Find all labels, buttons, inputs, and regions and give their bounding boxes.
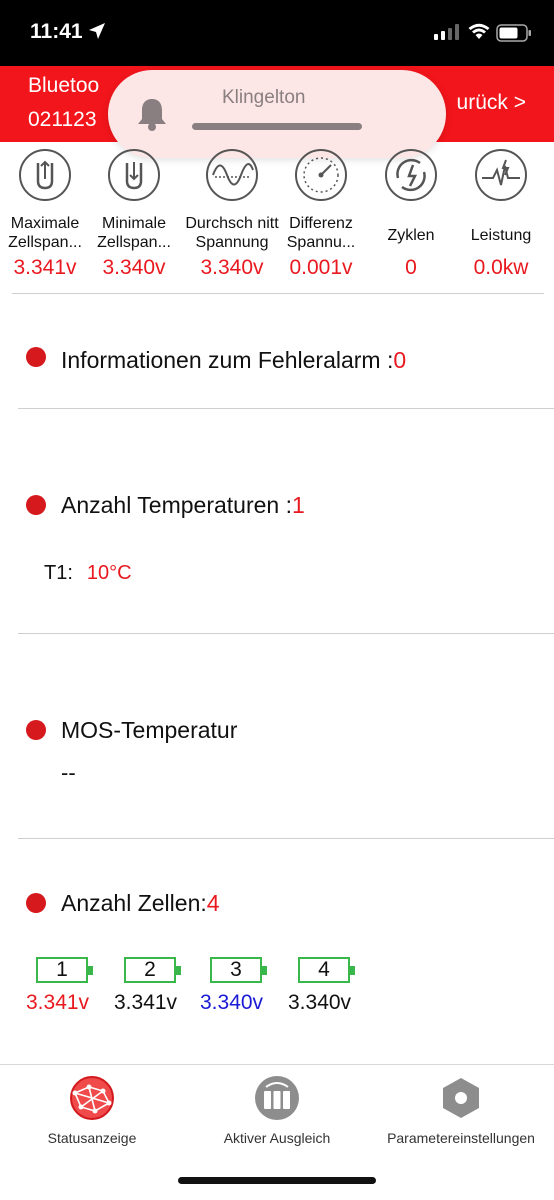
hexagon-settings-icon [443, 1078, 479, 1118]
tab-label: Parametereinstellungen [387, 1130, 535, 1146]
max-cell-voltage-icon [19, 149, 71, 201]
mos-title: MOS-Temperatur [61, 717, 238, 743]
section-divider [18, 633, 554, 634]
temperature-count-title: Anzahl Temperaturen :1 [61, 492, 305, 519]
cell-count-label: Anzahl Zellen: [61, 890, 207, 916]
cell-count-title: Anzahl Zellen:4 [61, 890, 220, 917]
cell-item: 4 3.340v [288, 957, 376, 1015]
tab-parameter-settings[interactable]: Parametereinstellungen [380, 1075, 542, 1146]
cell-item: 2 3.341v [114, 957, 202, 1015]
battery-status-icon [496, 24, 531, 42]
cell-voltage: 3.341v [114, 991, 178, 1014]
metric-label: Differenz Spannu... [286, 215, 356, 251]
metric-value: 3.340v [102, 256, 166, 279]
metric-label: Leistung [470, 227, 532, 244]
cell-item: 1 3.341v [26, 957, 114, 1015]
cell-index: 1 [56, 958, 68, 981]
tab-active-balance[interactable]: Aktiver Ausgleich [214, 1075, 340, 1146]
temperature-indicator [26, 495, 46, 515]
fault-alarm-count: 0 [393, 347, 407, 373]
section-divider [18, 838, 554, 839]
cycle-icon [385, 149, 437, 201]
section-divider [18, 408, 554, 409]
min-cell-voltage-icon [108, 149, 160, 201]
metric-label: Zyklen [387, 227, 435, 244]
clock: 11:41 [30, 20, 83, 43]
cell-voltage: 3.341v [26, 991, 90, 1014]
temperature-name: T1: [44, 562, 73, 584]
cell-count-indicator [26, 893, 46, 913]
temperature-row: T1: 10°C [44, 562, 132, 585]
globe-network-icon [70, 1076, 114, 1120]
cell-index: 2 [144, 958, 156, 981]
wifi-icon [468, 23, 490, 39]
temperature-count-label: Anzahl Temperaturen : [61, 492, 292, 518]
metric-value: 0.0kw [473, 256, 529, 279]
metrics-row: Maximale Zellspan... 3.341v Minimale Zel… [0, 146, 554, 294]
sine-wave-icon [206, 149, 258, 201]
cellular-signal-icon [434, 24, 459, 40]
tab-status[interactable]: Statusanzeige [38, 1075, 146, 1146]
metric-label: Minimale Zellspan... [97, 215, 171, 251]
cell-battery-icon: 3 [210, 957, 267, 983]
cell-battery-icon: 1 [36, 957, 93, 983]
battery-balance-icon [255, 1076, 299, 1120]
home-indicator [178, 1177, 376, 1184]
cell-index: 3 [230, 958, 242, 981]
temperature-value: 10°C [86, 562, 132, 584]
metrics-divider [12, 293, 544, 294]
header-title: Bluetoo [28, 74, 100, 97]
temperature-count: 1 [292, 492, 305, 518]
mos-indicator [26, 720, 46, 740]
device-id: 021123 [28, 108, 97, 131]
gauge-icon [295, 149, 347, 201]
status-bar: 11:41 [0, 0, 554, 66]
cell-item: 3 3.340v [200, 957, 288, 1015]
back-button[interactable]: urück > [457, 91, 526, 115]
cell-count: 4 [206, 890, 220, 916]
metric-label: Durchsch nitt Spannung [185, 215, 279, 251]
bell-icon [138, 99, 166, 131]
power-pulse-icon [475, 149, 527, 201]
notification-label: Klingelton [222, 87, 306, 108]
cell-battery-icon: 4 [298, 957, 355, 983]
fault-alarm-title[interactable]: Informationen zum Fehleralarm :0 [61, 347, 406, 374]
mos-value: -- [61, 760, 76, 785]
metric-label: Maximale Zellspan... [8, 215, 82, 251]
cell-voltage: 3.340v [200, 991, 264, 1014]
tab-label: Aktiver Ausgleich [223, 1130, 331, 1146]
ringer-volume-bar [192, 123, 362, 130]
cell-battery-icon: 2 [124, 957, 181, 983]
fault-alarm-indicator [26, 347, 46, 367]
location-arrow-icon [89, 23, 105, 39]
cell-index: 4 [318, 958, 330, 981]
tab-label: Statusanzeige [47, 1130, 137, 1146]
fault-alarm-label: Informationen zum Fehleralarm : [61, 347, 394, 373]
cell-voltage: 3.340v [288, 991, 352, 1014]
ringer-notification: Klingelton [108, 70, 446, 158]
